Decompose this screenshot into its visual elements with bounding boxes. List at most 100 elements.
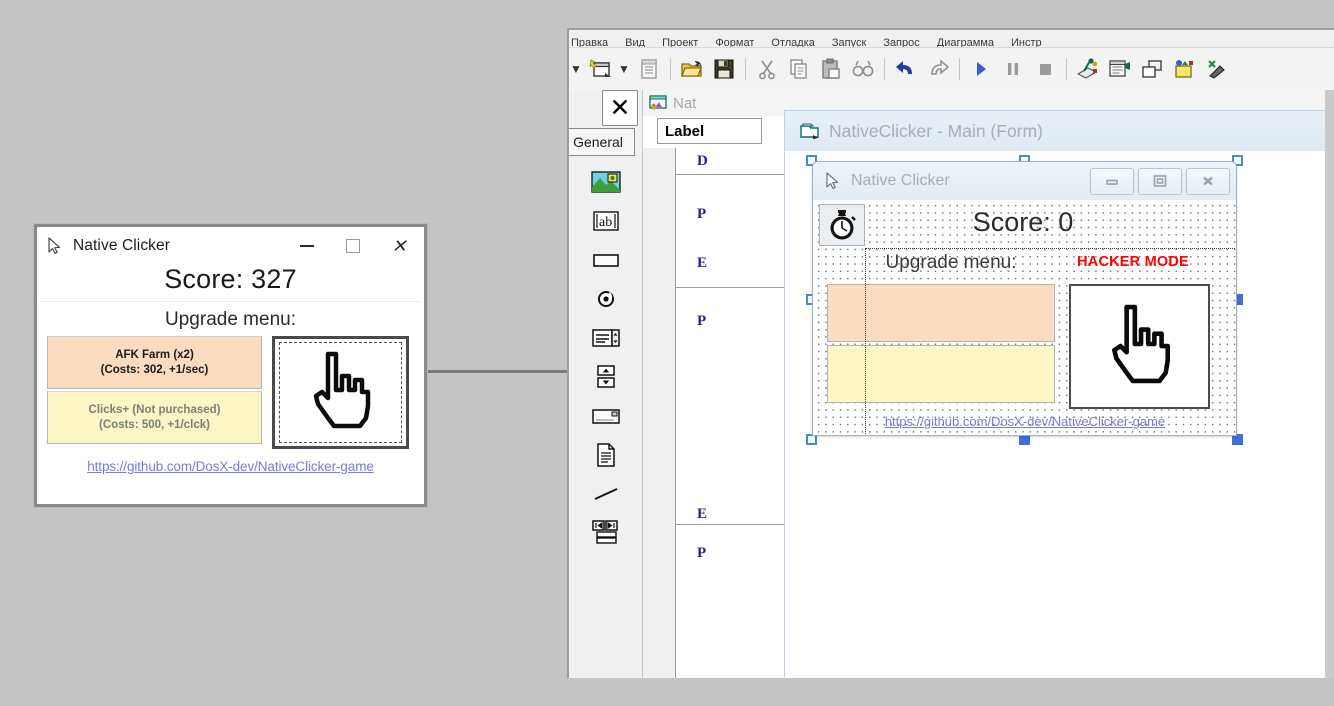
designer-titlebar[interactable]: NativeClicker - Main (Form) <box>785 111 1334 151</box>
maximize-icon[interactable] <box>330 229 376 263</box>
menu-item-zapros[interactable]: Запрос <box>883 38 919 47</box>
svg-text:▼: ▼ <box>618 62 630 76</box>
app-body: AFK Farm (x2) (Costs: 302, +1/sec) Click… <box>37 336 424 449</box>
cursor-arrow-icon <box>823 171 843 191</box>
optionbutton-icon[interactable] <box>588 285 624 313</box>
app-window-buttons: ✕ <box>284 229 422 263</box>
app-title-text: Native Clicker <box>73 237 171 254</box>
upgrade-button-afk-farm[interactable]: AFK Farm (x2) (Costs: 302, +1/sec) <box>47 336 262 389</box>
designed-form-titlebar[interactable]: Native Clicker <box>813 162 1236 200</box>
paste-icon[interactable] <box>815 54 847 84</box>
menu-item-pravka[interactable]: Правка <box>571 38 608 47</box>
form-layout-icon[interactable] <box>1136 54 1168 84</box>
designed-score-label: Score: 0 <box>972 206 1074 237</box>
redo-icon[interactable] <box>922 54 954 84</box>
properties-window-icon[interactable] <box>1104 54 1136 84</box>
toolbox-close-button[interactable]: ✕ <box>602 90 638 126</box>
app-titlebar[interactable]: Native Clicker ✕ <box>37 227 424 266</box>
upgrade-cost: (Costs: 500, +1/clck) <box>99 418 210 431</box>
menu-item-format[interactable]: Формат <box>715 38 754 47</box>
code-window-icon <box>649 95 667 111</box>
cursor-arrow-icon <box>45 236 65 256</box>
menu-editor-icon[interactable] <box>633 54 665 84</box>
listbox-icon[interactable] <box>588 324 624 352</box>
close-icon[interactable]: ✕ <box>376 229 422 263</box>
menu-item-diagramma[interactable]: Диаграмма <box>937 38 994 47</box>
designed-form[interactable]: Native Clicker Score: 0 Upgrade menu: HA… <box>812 161 1237 436</box>
datacontrol-icon[interactable] <box>588 519 624 547</box>
designer-title-text: NativeClicker - Main (Form) <box>829 120 1043 141</box>
upgrade-button-clicks-plus[interactable]: Clicks+ (Not purchased) (Costs: 500, +1/… <box>47 391 262 444</box>
label-icon[interactable]: ab <box>588 207 624 235</box>
code-window-title: Nat <box>673 94 697 112</box>
toolbar-separator <box>745 58 746 80</box>
ide-right-edge <box>1325 90 1334 678</box>
picturebox-icon[interactable] <box>588 168 624 196</box>
code-window: Nat Label D P E P E P NativeClicker - Ma… <box>643 90 1334 678</box>
toolbar-separator <box>959 58 960 80</box>
toolbox-panel: ✕ General ab <box>569 90 643 678</box>
cut-icon[interactable] <box>751 54 783 84</box>
menu-item-zapusk[interactable]: Запуск <box>832 38 866 47</box>
toolbox-icon[interactable] <box>1200 54 1232 84</box>
menu-item-instrumenty[interactable]: Инстр <box>1011 38 1042 47</box>
maximize-icon[interactable] <box>1138 167 1182 195</box>
ide-main-area: ✕ General ab Nat Label D P E P E P Nativ… <box>569 90 1334 678</box>
line-icon[interactable] <box>588 480 624 508</box>
designed-form-title: Native Clicker <box>851 172 950 189</box>
save-project-icon[interactable] <box>708 54 740 84</box>
score-label: Score: 327 <box>164 264 297 294</box>
ide-toolbar[interactable]: ▼ ▼ <box>569 48 1334 91</box>
timer-stopwatch-icon[interactable] <box>819 204 865 246</box>
toolbar-separator <box>1066 58 1067 80</box>
designed-form-body[interactable]: Score: 0 Upgrade menu: HACKER MODE https… <box>813 200 1236 435</box>
svg-text:▼: ▼ <box>570 62 582 76</box>
click-target-inner <box>279 342 402 443</box>
menu-item-vid[interactable]: Вид <box>625 38 645 47</box>
end-icon[interactable] <box>1029 54 1061 84</box>
break-icon[interactable] <box>997 54 1029 84</box>
menu-item-otladka[interactable]: Отладка <box>771 38 814 47</box>
svg-text:ab: ab <box>599 215 612 230</box>
upgrade-cost: (Costs: 302, +1/sec) <box>100 363 209 376</box>
upgrade-menu-label: Upgrade menu: <box>165 309 296 330</box>
open-project-icon[interactable] <box>676 54 708 84</box>
screenshot-root: Native Clicker ✕ Score: 327 Upgrade menu… <box>0 0 1334 706</box>
document-icon[interactable] <box>588 441 624 469</box>
textbox-icon[interactable] <box>588 246 624 274</box>
add-form-icon[interactable] <box>585 54 617 84</box>
add-form-dropdown-icon[interactable]: ▼ <box>617 54 633 84</box>
click-target-button[interactable] <box>272 336 409 449</box>
selected-control-outline <box>865 248 1236 435</box>
upgrade-title: AFK Farm (x2) <box>115 349 194 362</box>
combobox-icon[interactable] <box>588 402 624 430</box>
toolbar-separator <box>670 58 671 80</box>
designed-form-buttons <box>1090 167 1230 195</box>
menu-item-proekt[interactable]: Проект <box>662 38 698 47</box>
copy-icon[interactable] <box>783 54 815 84</box>
github-link[interactable]: https://github.com/DosX-dev/NativeClicke… <box>37 449 424 474</box>
minimize-icon[interactable] <box>1090 167 1134 195</box>
toolbox-tab-general[interactable]: General <box>569 128 635 156</box>
pointing-hand-cursor-icon <box>304 346 378 439</box>
object-combo-box[interactable]: Label <box>657 118 762 144</box>
ide-menu-bar[interactable]: Правка Вид Проект Формат Отладка Запуск … <box>569 30 1334 48</box>
add-project-dropdown-icon[interactable]: ▼ <box>569 54 585 84</box>
toolbox-tool-list: ab <box>569 162 642 678</box>
find-icon[interactable] <box>847 54 879 84</box>
start-icon[interactable] <box>965 54 997 84</box>
native-clicker-app-window[interactable]: Native Clicker ✕ Score: 327 Upgrade menu… <box>34 224 427 507</box>
close-icon[interactable] <box>1186 167 1230 195</box>
minimize-icon[interactable] <box>284 229 330 263</box>
vb6-ide-window: Правка Вид Проект Формат Отладка Запуск … <box>567 28 1334 678</box>
designer-canvas[interactable]: Native Clicker Score: 0 Upgrade menu: HA… <box>785 151 1334 678</box>
toolbar-separator <box>884 58 885 80</box>
updown-icon[interactable] <box>588 363 624 391</box>
undo-icon[interactable] <box>890 54 922 84</box>
code-gutter <box>643 148 676 678</box>
form-designer-window[interactable]: NativeClicker - Main (Form) Native Click… <box>784 110 1334 678</box>
connector-line <box>427 370 567 373</box>
project-explorer-icon[interactable] <box>1072 54 1104 84</box>
object-browser-icon[interactable] <box>1168 54 1200 84</box>
upgrade-title: Clicks+ (Not purchased) <box>88 404 221 417</box>
